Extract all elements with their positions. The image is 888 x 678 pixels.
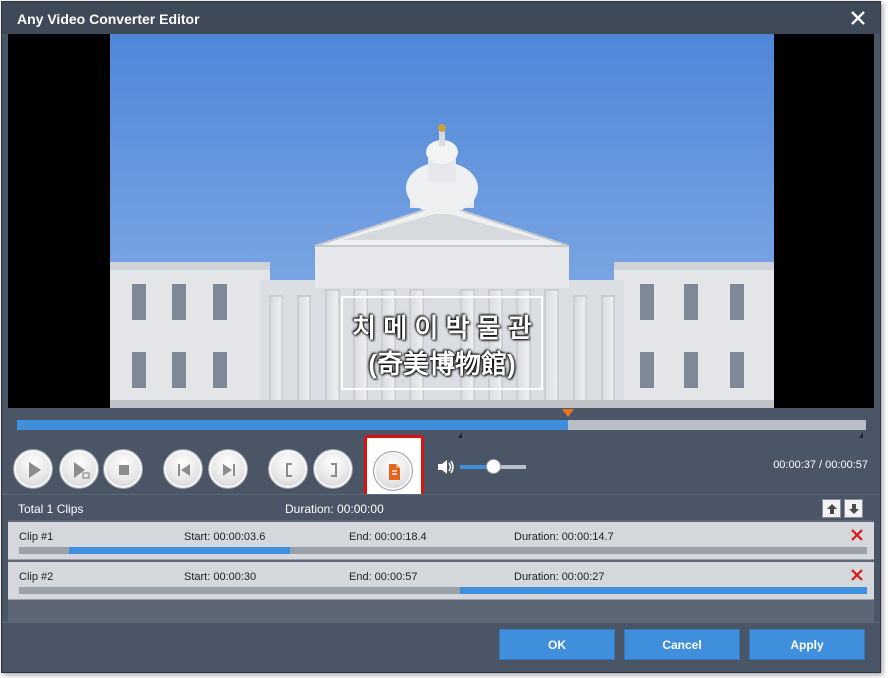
clips-list: Clip #1 Start: 00:00:03.6 End: 00:00:18.… xyxy=(8,520,874,622)
clip-name: Clip #2 xyxy=(19,571,54,583)
cut-clip-button[interactable] xyxy=(373,451,413,491)
volume-icon[interactable] xyxy=(436,458,456,476)
range-end-marker xyxy=(859,432,863,438)
subtitle-overlay[interactable]: 치 메 이 박 물 관 (奇美博物館) xyxy=(341,296,543,390)
stop-button[interactable] xyxy=(103,449,143,489)
arrow-up-icon xyxy=(827,504,837,514)
play-button[interactable] xyxy=(13,449,53,489)
mark-in-button[interactable] xyxy=(268,449,308,489)
clip-duration: Duration: 00:00:14.7 xyxy=(514,531,614,543)
move-up-button[interactable] xyxy=(822,499,841,518)
clip-end: End: 00:00:18.4 xyxy=(349,531,427,543)
play-clip-icon xyxy=(74,462,90,479)
skip-back-icon xyxy=(178,464,190,476)
editor-window: Any Video Converter Editor 치 메 이 박 물 관 (… xyxy=(1,1,881,673)
video-frame: 치 메 이 박 물 관 (奇美博物館) xyxy=(110,34,774,408)
arrow-down-icon xyxy=(849,504,859,514)
volume-knob[interactable] xyxy=(486,459,501,474)
clip-row[interactable]: Clip #2 Start: 00:00:30 End: 00:00:57 Du… xyxy=(8,562,874,600)
cut-clip-icon xyxy=(389,464,400,480)
range-start-marker xyxy=(458,432,462,438)
clip-duration: Duration: 00:00:27 xyxy=(514,571,605,583)
clip-row[interactable]: Clip #1 Start: 00:00:03.6 End: 00:00:18.… xyxy=(8,522,874,560)
play-clip-button[interactable] xyxy=(59,449,99,489)
clips-header: Total 1 Clips Duration: 00:00:00 xyxy=(2,494,880,520)
clip-end: End: 00:00:57 xyxy=(349,571,418,583)
delete-clip-icon[interactable] xyxy=(850,568,864,582)
playhead-marker[interactable] xyxy=(562,409,574,417)
play-icon xyxy=(29,462,41,478)
next-frame-button[interactable] xyxy=(208,449,248,489)
skip-forward-icon xyxy=(223,464,235,476)
mark-out-icon xyxy=(331,463,337,477)
clip-name: Clip #1 xyxy=(19,531,54,543)
clip-start: Start: 00:00:03.6 xyxy=(184,531,266,543)
delete-clip-icon[interactable] xyxy=(850,528,864,542)
title-bar: Any Video Converter Editor xyxy=(2,2,880,34)
clip-range-fill xyxy=(459,587,867,594)
clip-range-fill xyxy=(69,547,291,554)
clip-range-track xyxy=(19,587,867,594)
subtitle-line-1: 치 메 이 박 물 관 xyxy=(352,313,532,343)
cancel-button[interactable]: Cancel xyxy=(624,629,740,660)
close-icon[interactable] xyxy=(848,8,868,28)
time-readout: 00:00:37 / 00:00:57 xyxy=(773,459,868,471)
apply-button[interactable]: Apply xyxy=(749,629,865,660)
clip-start: Start: 00:00:30 xyxy=(184,571,257,583)
mark-out-button[interactable] xyxy=(313,449,353,489)
timeline-slider[interactable] xyxy=(17,420,866,430)
mark-in-icon xyxy=(286,463,292,477)
total-duration-label: Duration: 00:00:00 xyxy=(285,502,384,516)
stop-icon xyxy=(119,465,129,475)
move-down-button[interactable] xyxy=(844,499,863,518)
window-title: Any Video Converter Editor xyxy=(17,11,200,27)
dialog-footer: OK Cancel Apply xyxy=(2,622,880,672)
ok-button[interactable]: OK xyxy=(499,629,615,660)
subtitle-line-2: (奇美博物館) xyxy=(368,349,516,379)
player-controls: 00:00:37 / 00:00:57 xyxy=(2,408,880,499)
video-preview: 치 메 이 박 물 관 (奇美博物館) xyxy=(8,34,874,408)
total-clips-label: Total 1 Clips xyxy=(18,502,84,516)
previous-frame-button[interactable] xyxy=(163,449,203,489)
clip-range-track xyxy=(19,547,867,554)
timeline-progress xyxy=(17,420,568,430)
volume-slider[interactable] xyxy=(460,459,526,474)
